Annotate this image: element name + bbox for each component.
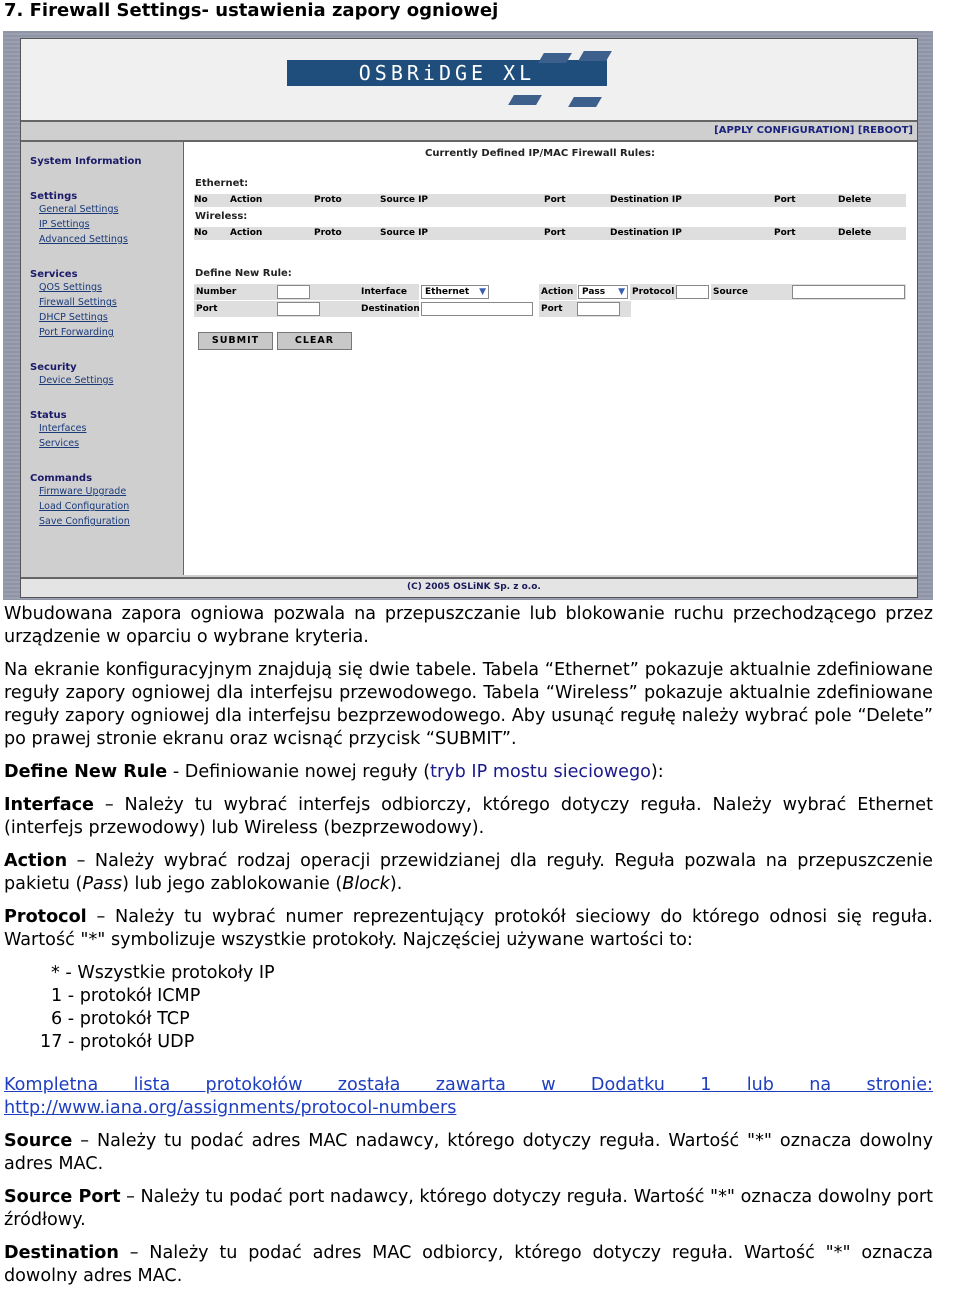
router-ui-panel: OSBRiDGE XL [APPLY CONFIGURATION] [REBOO… [20,38,918,598]
copyright: (C) 2005 OSLiNK Sp. z o.o. [407,582,541,592]
column-header: Port [774,228,796,238]
action-select[interactable]: Pass ▼ [578,285,628,299]
chevron-down-icon: ▼ [479,287,486,297]
sidebar-section-title: Commands [30,473,93,484]
define-rule-title: Define New Rule: [195,268,292,279]
ethernet-table-header: No Action Proto Source IP Port Destination IP… [194,194,906,207]
list-item: 1 - protokół ICMP [51,986,201,1006]
logo-decoration [508,95,542,105]
destination-input[interactable] [421,302,533,316]
bridge-mode-link[interactable]: tryb IP mostu sieciowego [430,762,651,782]
wireless-label: Wireless: [195,211,248,222]
column-header: No [194,228,208,238]
list-item: 17 - protokół UDP [40,1032,195,1052]
chevron-down-icon: ▼ [618,287,625,297]
column-header: Proto [314,228,342,238]
logo-decoration [538,53,572,63]
sidebar-link[interactable]: Services [39,438,183,449]
osbridge-logo: OSBRiDGE XL [287,60,607,86]
logo-decoration [568,97,602,107]
column-header: No [194,195,208,205]
column-header: Delete [838,195,872,205]
column-header: Source IP [380,195,429,205]
column-header: Delete [838,228,872,238]
document-body: Wbudowana zapora ogniowa pozwala na prze… [4,603,933,1298]
sidebar-section-title: Settings [30,191,78,202]
sidebar-link[interactable]: Save Configuration [39,516,183,527]
action-label: Action [539,284,577,300]
sidebar-link[interactable]: Firmware Upgrade [39,486,183,497]
sidebar-link[interactable]: QOS Settings [39,282,183,293]
sidebar-link[interactable]: Device Settings [39,375,183,386]
paragraph: Interface – Należy tu wybrać interfejs o… [4,795,933,838]
sidebar-link[interactable]: IP Settings [39,219,183,230]
sidebar-link[interactable]: Port Forwarding [39,327,183,338]
footer: (C) 2005 OSLiNK Sp. z o.o. [21,577,917,597]
paragraph: Protocol – Należy tu wybrać numer reprez… [4,907,933,950]
clear-button[interactable]: CLEAR [277,332,352,350]
source-input[interactable] [792,285,905,299]
number-input[interactable] [277,285,310,299]
logo-decoration [578,51,612,61]
port-input[interactable] [277,302,320,316]
destination-label: Destination [359,301,420,317]
list-item: 6 - protokół TCP [51,1009,190,1029]
header: OSBRiDGE XL [21,39,917,122]
protocol-list: * - Wszystkie protokoły IP 1 - protokół … [4,962,933,1054]
paragraph: Destination – Należy tu podać adres MAC … [4,1243,933,1286]
protocol-label: Protocol [630,284,676,300]
apply-configuration-link[interactable]: [APPLY CONFIGURATION] [714,125,854,136]
paragraph: Define New Rule - Definiowanie nowej reg… [4,762,664,782]
content: Currently Defined IP/MAC Firewall Rules:… [184,142,917,575]
paragraph: Action – Należy wybrać rodzaj operacji p… [4,851,933,894]
destination-port-input[interactable] [577,302,620,316]
paragraph: Source – Należy tu podać adres MAC nadaw… [4,1131,933,1174]
rules-title: Currently Defined IP/MAC Firewall Rules: [425,148,655,159]
column-header: Proto [314,195,342,205]
sidebar-section-title: Security [30,362,77,373]
protocol-input[interactable] [676,285,709,299]
ethernet-label: Ethernet: [195,178,249,189]
column-header: Source IP [380,228,429,238]
column-header: Destination IP [610,195,682,205]
column-header: Action [230,195,263,205]
sidebar-link[interactable]: DHCP Settings [39,312,183,323]
column-header: Port [544,228,566,238]
section-heading: 7. Firewall Settings- ustawienia zapory … [4,0,499,21]
wireless-table-header: No Action Proto Source IP Port Destination IP… [194,227,906,240]
sidebar: System Information Settings General Settin… [21,142,184,575]
column-header: Port [544,195,566,205]
sidebar-link[interactable]: Firewall Settings [39,297,183,308]
paragraph: Source Port – Należy tu podać port nadaw… [4,1187,933,1230]
list-item: * - Wszystkie protokoły IP [51,963,275,983]
column-header: Destination IP [610,228,682,238]
sidebar-link[interactable]: General Settings [39,204,183,215]
column-header: Action [230,228,263,238]
top-bar: [APPLY CONFIGURATION] [REBOOT] [21,122,917,142]
paragraph: Na ekranie konfiguracyjnym znajdują się … [4,660,933,749]
sidebar-section-title: Status [30,410,67,421]
sidebar-section-title: Services [30,269,78,280]
firewall-settings-screenshot: OSBRiDGE XL [APPLY CONFIGURATION] [REBOO… [3,31,933,600]
sidebar-link[interactable]: Load Configuration [39,501,183,512]
submit-button[interactable]: SUBMIT [198,332,273,350]
sidebar-section-title: System Information [30,156,142,167]
interface-select[interactable]: Ethernet ▼ [421,285,489,299]
interface-label: Interface [359,284,419,300]
protocol-numbers-link[interactable]: Kompletna lista protokołów została zawar… [4,1075,933,1118]
paragraph: Wbudowana zapora ogniowa pozwala na prze… [4,604,933,647]
column-header: Port [774,195,796,205]
sidebar-link[interactable]: Interfaces [39,423,183,434]
sidebar-link[interactable]: Advanced Settings [39,234,183,245]
reboot-link[interactable]: [REBOOT] [858,125,913,136]
